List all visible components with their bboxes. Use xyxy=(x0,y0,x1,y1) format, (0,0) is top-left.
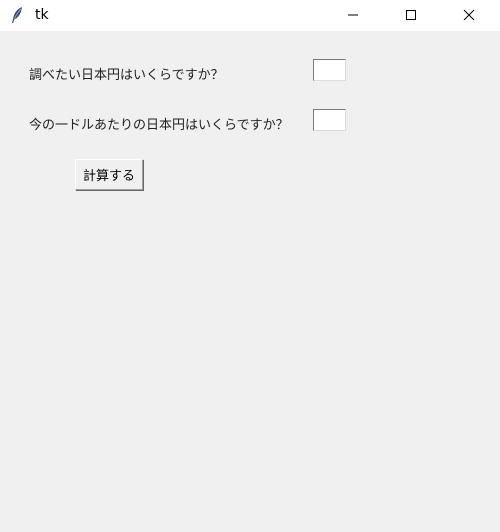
window-title: tk xyxy=(35,7,49,23)
exchange-rate-input[interactable] xyxy=(313,109,346,131)
yen-amount-label: 調べたい日本円はいくらですか？ xyxy=(29,68,224,83)
minimize-button[interactable] xyxy=(330,0,376,31)
main-content: 調べたい日本円はいくらですか？ 今の一ドルあたりの日本円はいくらですか？ 計算す… xyxy=(0,31,500,532)
yen-amount-input[interactable] xyxy=(313,59,346,81)
minimize-icon xyxy=(347,6,359,25)
tk-feather-icon xyxy=(10,6,26,24)
title-bar[interactable]: tk xyxy=(0,0,500,31)
maximize-icon xyxy=(405,6,417,25)
close-button[interactable] xyxy=(446,0,492,31)
exchange-rate-label: 今の一ドルあたりの日本円はいくらですか？ xyxy=(29,118,289,133)
app-window: tk 調べたい日本円はいくらですか？ 今の一ドルあたりの日本円はいくらですか？ … xyxy=(0,0,500,532)
close-icon xyxy=(463,6,475,25)
calculate-button[interactable]: 計算する xyxy=(75,159,143,190)
maximize-button[interactable] xyxy=(388,0,434,31)
